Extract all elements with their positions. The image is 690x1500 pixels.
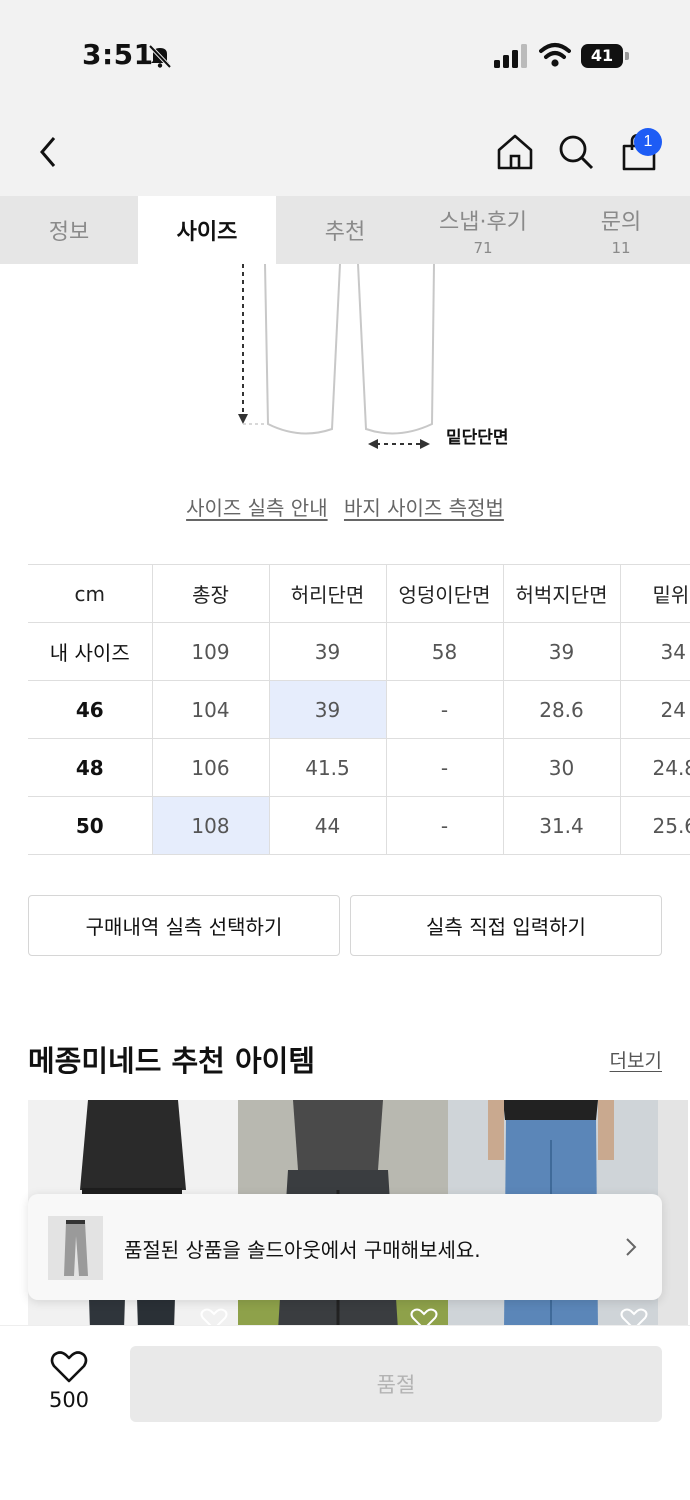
tab-inquiry[interactable]: 문의 11 [552, 196, 690, 264]
heart-icon[interactable] [50, 1350, 88, 1384]
bell-slash-icon [148, 44, 172, 69]
cart-count-badge: 1 [634, 128, 662, 156]
table-row: 50 108 44 - 31.4 25.6 [28, 796, 690, 855]
tab-size[interactable]: 사이즈 [138, 196, 276, 264]
table-cell: 109 [151, 622, 270, 681]
toast-product-thumbnail [48, 1216, 103, 1280]
table-header: cm [28, 564, 153, 623]
table-row: 46 104 39 - 28.6 24 [28, 680, 690, 739]
table-header: 허벅지단면 [502, 564, 621, 623]
table-cell: 31.4 [502, 796, 621, 855]
table-cell: 106 [151, 738, 270, 797]
bottom-bar: 500 품절 [0, 1325, 690, 1500]
search-icon[interactable] [557, 132, 595, 172]
table-row: 48 106 41.5 - 30 24.8 [28, 738, 690, 797]
size-guide-links: 사이즈 실측 안내 바지 사이즈 측정법 [0, 492, 690, 521]
signal-icon [494, 44, 527, 68]
battery-level: 41 [581, 44, 623, 68]
purchase-history-button[interactable]: 구매내역 실측 선택하기 [28, 895, 340, 956]
toast-message: 품절된 상품을 솔드아웃에서 구매해보세요. [124, 1238, 481, 1262]
tab-label: 정보 [48, 220, 90, 245]
size-guide-link[interactable]: 사이즈 실측 안내 [186, 496, 328, 520]
tab-count: 71 [473, 238, 493, 257]
tab-count: 11 [611, 238, 631, 257]
hem-width-label: 밑단단면 [446, 428, 509, 448]
size-table: cm 총장 허리단면 엉덩이단면 허벅지단면 밑위 내 사이즈 109 39 5… [28, 564, 690, 855]
product-tabs: 정보 사이즈 추천 스냅·후기 71 문의 11 [0, 196, 690, 264]
top-nav [0, 110, 690, 196]
table-cell: 39 [268, 622, 387, 681]
measure-guide-link[interactable]: 바지 사이즈 측정법 [344, 496, 504, 520]
tab-info[interactable]: 정보 [0, 196, 138, 264]
status-time: 3:51 [82, 38, 154, 71]
size-section: 밑단단면 사이즈 실측 안내 바지 사이즈 측정법 cm 총장 허리단면 엉덩이… [0, 264, 690, 998]
tab-label: 사이즈 [176, 220, 238, 245]
battery-icon: 41 [581, 44, 629, 68]
table-cell: 25.6 [619, 796, 690, 855]
table-header-row: cm 총장 허리단면 엉덩이단면 허벅지단면 밑위 [28, 564, 690, 623]
table-cell: 24 [619, 680, 690, 739]
pants-diagram: 밑단단면 [238, 264, 509, 449]
table-cell: 104 [151, 680, 270, 739]
table-cell: 39 [502, 622, 621, 681]
recommend-title: 메종미네드 추천 아이템 [28, 1044, 315, 1078]
table-cell: - [385, 680, 504, 739]
tab-snap-review[interactable]: 스냅·후기 71 [414, 196, 552, 264]
table-cell: 58 [385, 622, 504, 681]
chevron-right-icon [626, 1238, 637, 1256]
row-label: 내 사이즈 [28, 622, 153, 681]
soldout-toast[interactable]: 품절된 상품을 솔드아웃에서 구매해보세요. [28, 1194, 662, 1300]
tab-label: 문의 [600, 209, 642, 235]
measure-buttons: 구매내역 실측 선택하기 실측 직접 입력하기 [28, 895, 662, 956]
home-icon[interactable] [495, 132, 535, 172]
wifi-icon [539, 43, 571, 67]
table-header: 허리단면 [268, 564, 387, 623]
tab-recommend[interactable]: 추천 [276, 196, 414, 264]
back-icon[interactable] [32, 132, 66, 172]
table-cell: - [385, 796, 504, 855]
table-cell-highlighted: 108 [151, 796, 270, 855]
row-label: 50 [28, 796, 153, 855]
table-cell: 24.8 [619, 738, 690, 797]
like-count: 500 [48, 1388, 90, 1412]
table-header: 밑위 [619, 564, 690, 623]
table-cell: 44 [268, 796, 387, 855]
row-label: 46 [28, 680, 153, 739]
tab-label: 추천 [324, 220, 366, 245]
table-cell: 28.6 [502, 680, 621, 739]
table-cell: 30 [502, 738, 621, 797]
direct-input-button[interactable]: 실측 직접 입력하기 [350, 895, 662, 956]
table-header: 엉덩이단면 [385, 564, 504, 623]
table-row: 내 사이즈 109 39 58 39 34 [28, 622, 690, 681]
table-cell-highlighted: 39 [268, 680, 387, 739]
product-card[interactable] [658, 1100, 688, 1328]
tab-label: 스냅·후기 [439, 209, 527, 235]
soldout-button[interactable]: 품절 [130, 1346, 662, 1422]
table-header: 총장 [151, 564, 270, 623]
table-cell: - [385, 738, 504, 797]
status-bar: 3:51 41 [0, 0, 690, 110]
more-link[interactable]: 더보기 [610, 1046, 662, 1073]
table-cell: 41.5 [268, 738, 387, 797]
table-cell: 34 [619, 622, 690, 681]
row-label: 48 [28, 738, 153, 797]
